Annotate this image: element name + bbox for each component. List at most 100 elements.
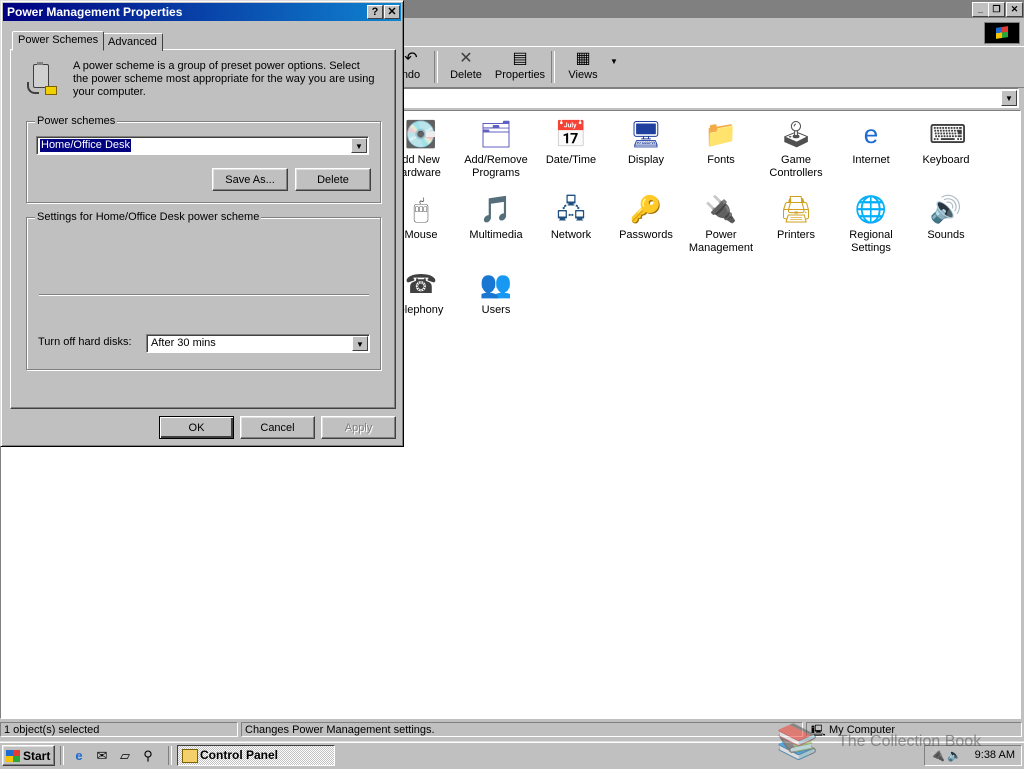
cp-item-label: Add/Remove Programs bbox=[464, 154, 528, 179]
cp-item-label: Keyboard bbox=[922, 154, 970, 166]
add-hardware-icon: 💽 bbox=[404, 119, 438, 149]
users-icon: 👥 bbox=[479, 269, 513, 299]
dialog-close-button[interactable]: ✕ bbox=[384, 5, 400, 19]
save-as-button[interactable]: Save As... bbox=[212, 168, 288, 191]
toolbar-delete-button[interactable]: ✕ Delete bbox=[444, 49, 488, 85]
cp-item-label: Fonts bbox=[707, 154, 735, 166]
quicklaunch-channels-icon[interactable]: ⚲ bbox=[139, 747, 157, 764]
display-icon: 🖥 bbox=[629, 119, 663, 149]
hard-disks-timeout-select[interactable]: After 30 mins ▼ bbox=[146, 334, 370, 353]
power-scheme-dropdown-button[interactable]: ▼ bbox=[351, 138, 367, 153]
hard-disks-dropdown-button[interactable]: ▼ bbox=[352, 336, 368, 351]
power-management-icon: 🔌 bbox=[704, 194, 738, 224]
cp-item-label: Printers bbox=[777, 229, 815, 241]
book-logo-icon: 📚 bbox=[776, 723, 819, 761]
cp-item-label: Network bbox=[550, 229, 592, 241]
cp-item-fonts-folder[interactable]: 📁 Fonts bbox=[684, 117, 758, 167]
hard-disks-timeout-value: After 30 mins bbox=[151, 337, 216, 349]
taskbar-control-panel-button[interactable]: Control Panel bbox=[177, 745, 335, 766]
dialog-titlebar[interactable]: Power Management Properties ? ✕ bbox=[3, 3, 401, 21]
start-button[interactable]: Start bbox=[2, 745, 55, 766]
network-icon: 🖧 bbox=[556, 194, 586, 224]
cp-item-users[interactable]: 👥 Users bbox=[459, 267, 533, 317]
power-schemes-label: Power schemes bbox=[35, 115, 118, 127]
telephony-icon: ☎ bbox=[404, 269, 438, 299]
toolbar-views-button[interactable]: ▦ Views bbox=[561, 49, 605, 85]
toolbar-separator bbox=[551, 51, 555, 83]
cp-item-joystick[interactable]: 🕹 Game Controllers bbox=[759, 117, 833, 180]
internet-icon: e bbox=[863, 119, 879, 149]
cp-item-label: Users bbox=[481, 304, 511, 316]
printers-folder-icon: 🖨 bbox=[779, 194, 813, 224]
power-schemes-group: Power schemes Home/Office Desk ▼ Save As… bbox=[26, 115, 381, 203]
cp-item-printers-folder[interactable]: 🖨 Printers bbox=[759, 192, 833, 242]
taskbar-separator bbox=[60, 746, 64, 765]
globe-icon: 🌐 bbox=[854, 194, 888, 224]
cp-item-label: Display bbox=[627, 154, 665, 166]
quicklaunch-ie-icon[interactable]: e bbox=[70, 747, 88, 764]
cp-item-network[interactable]: 🖧 Network bbox=[534, 192, 608, 242]
power-schemes-panel: A power scheme is a group of preset powe… bbox=[10, 49, 396, 409]
cp-item-multimedia[interactable]: 🎵 Multimedia bbox=[459, 192, 533, 242]
status-description: Changes Power Management settings. bbox=[241, 722, 803, 737]
quicklaunch-desktop-icon[interactable]: ▱ bbox=[116, 747, 134, 764]
add-remove-programs-icon: 🗂 bbox=[479, 119, 513, 149]
properties-icon: ▤ bbox=[512, 50, 528, 67]
cp-item-label: Game Controllers bbox=[769, 154, 823, 179]
power-scheme-value: Home/Office Desk bbox=[38, 138, 133, 153]
delete-x-icon: ✕ bbox=[459, 50, 473, 67]
passwords-key-icon: 🔑 bbox=[629, 194, 663, 224]
quicklaunch-outlook-icon[interactable]: ✉ bbox=[93, 747, 111, 764]
apply-button[interactable]: Apply bbox=[321, 416, 396, 439]
power-scheme-select[interactable]: Home/Office Desk ▼ bbox=[36, 136, 369, 155]
restore-button[interactable]: ❐ bbox=[988, 2, 1005, 17]
cp-item-add-remove-programs[interactable]: 🗂 Add/Remove Programs bbox=[459, 117, 533, 180]
scheme-settings-group: Settings for Home/Office Desk power sche… bbox=[26, 211, 381, 370]
multimedia-icon: 🎵 bbox=[479, 194, 513, 224]
taskbar-separator bbox=[168, 746, 172, 765]
power-plug-icon bbox=[25, 62, 57, 96]
cancel-button[interactable]: Cancel bbox=[240, 416, 315, 439]
cp-item-display[interactable]: 🖥 Display bbox=[609, 117, 683, 167]
cp-item-label: Regional Settings bbox=[849, 229, 893, 254]
delete-scheme-button[interactable]: Delete bbox=[295, 168, 371, 191]
cp-item-date-time[interactable]: 📅 Date/Time bbox=[534, 117, 608, 167]
sounds-icon: 🔊 bbox=[929, 194, 963, 224]
ok-button[interactable]: OK bbox=[159, 416, 234, 439]
cp-item-label: Date/Time bbox=[545, 154, 597, 166]
joystick-icon: 🕹 bbox=[779, 119, 813, 149]
windows-flag-icon bbox=[6, 750, 20, 762]
cp-item-sounds[interactable]: 🔊 Sounds bbox=[909, 192, 983, 242]
cp-item-label: Power Management bbox=[688, 229, 754, 254]
minimize-button[interactable]: _ bbox=[972, 2, 989, 17]
date-time-icon: 📅 bbox=[554, 119, 588, 149]
dialog-title: Power Management Properties bbox=[7, 5, 183, 19]
cp-item-keyboard[interactable]: ⌨ Keyboard bbox=[909, 117, 983, 167]
cp-item-globe[interactable]: 🌐 Regional Settings bbox=[834, 192, 908, 255]
control-panel-icon bbox=[182, 749, 198, 763]
tab-advanced[interactable]: Advanced bbox=[102, 33, 163, 51]
turn-off-hard-disks-label: Turn off hard disks: bbox=[38, 336, 132, 348]
close-window-button[interactable]: ✕ bbox=[1006, 2, 1023, 17]
tab-power-schemes[interactable]: Power Schemes bbox=[12, 31, 105, 51]
cp-item-label: Passwords bbox=[619, 229, 673, 241]
mouse-icon: 🖱 bbox=[413, 194, 429, 224]
address-bar[interactable]: ▼ bbox=[400, 88, 1019, 108]
cp-item-label: Multimedia bbox=[469, 229, 523, 241]
help-button[interactable]: ? bbox=[367, 5, 383, 19]
keyboard-icon: ⌨ bbox=[929, 119, 967, 149]
cp-item-power-management[interactable]: 🔌 Power Management bbox=[684, 192, 758, 255]
power-scheme-description: A power scheme is a group of preset powe… bbox=[73, 60, 375, 98]
toolbar-separator bbox=[434, 51, 438, 83]
power-management-dialog: Power Management Properties ? ✕ A power … bbox=[0, 0, 404, 447]
views-icon: ▦ bbox=[575, 50, 591, 67]
windows-logo-icon bbox=[984, 22, 1020, 44]
cp-item-passwords-key[interactable]: 🔑 Passwords bbox=[609, 192, 683, 242]
cp-item-internet[interactable]: e Internet bbox=[834, 117, 908, 167]
scheme-settings-label: Settings for Home/Office Desk power sche… bbox=[35, 211, 262, 223]
toolbar-properties-button[interactable]: ▤ Properties bbox=[493, 49, 547, 85]
cp-item-label: Sounds bbox=[927, 229, 965, 241]
status-selection-count: 1 object(s) selected bbox=[0, 722, 238, 737]
address-dropdown-button[interactable]: ▼ bbox=[1001, 90, 1017, 106]
fonts-folder-icon: 📁 bbox=[704, 119, 738, 149]
